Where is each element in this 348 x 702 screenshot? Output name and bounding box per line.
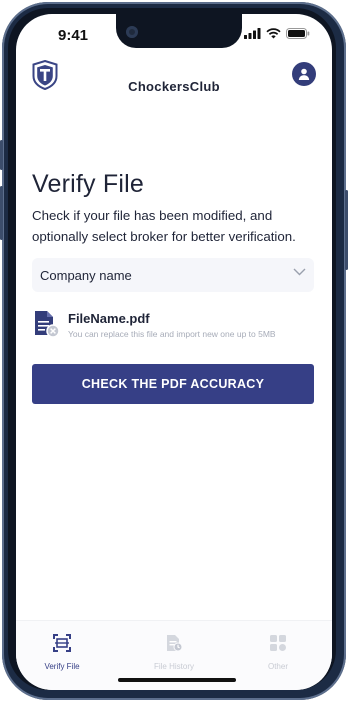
app-header: ChockersClub [16, 59, 332, 120]
wifi-icon [266, 28, 281, 39]
check-pdf-accuracy-button[interactable]: CHECK THE PDF ACCURACY [32, 364, 314, 404]
app-title: ChockersClub [128, 79, 220, 94]
profile-avatar-button[interactable] [292, 62, 316, 86]
camera-icon [126, 26, 138, 38]
phone-side-button [0, 140, 3, 170]
selected-file[interactable]: FileName.pdf You can replace this file a… [34, 310, 324, 350]
app-screen: 9:41 ChockersClub Verify File Check if y… [16, 14, 332, 690]
tab-verify-file[interactable]: Verify File [22, 633, 102, 671]
file-name: FileName.pdf [68, 311, 150, 326]
tab-label: File History [153, 662, 194, 671]
battery-icon [286, 28, 310, 39]
company-name-select[interactable]: Company name [32, 258, 314, 292]
scan-icon [53, 634, 71, 652]
status-icons [244, 28, 310, 39]
tab-label: Verify File [44, 662, 80, 671]
home-indicator [118, 678, 236, 682]
company-select-placeholder: Company name [40, 267, 132, 283]
tab-label: Other [267, 662, 288, 671]
page-description: Check if your file has been modified, an… [32, 208, 296, 244]
pdf-file-icon [34, 310, 62, 345]
page-title: Verify File [32, 170, 144, 198]
file-history-icon [167, 635, 183, 652]
signal-icon [244, 28, 261, 39]
status-time: 9:41 [58, 27, 89, 44]
file-size-note: You can replace this file and import new… [68, 329, 276, 339]
grid-icon [270, 635, 286, 651]
tab-file-history[interactable]: File History [134, 633, 214, 671]
status-bar: 9:41 [16, 14, 332, 60]
user-icon [298, 68, 310, 80]
tab-other[interactable]: Other [238, 633, 318, 671]
phone-side-button [0, 186, 3, 240]
chevron-down-icon [293, 268, 306, 276]
